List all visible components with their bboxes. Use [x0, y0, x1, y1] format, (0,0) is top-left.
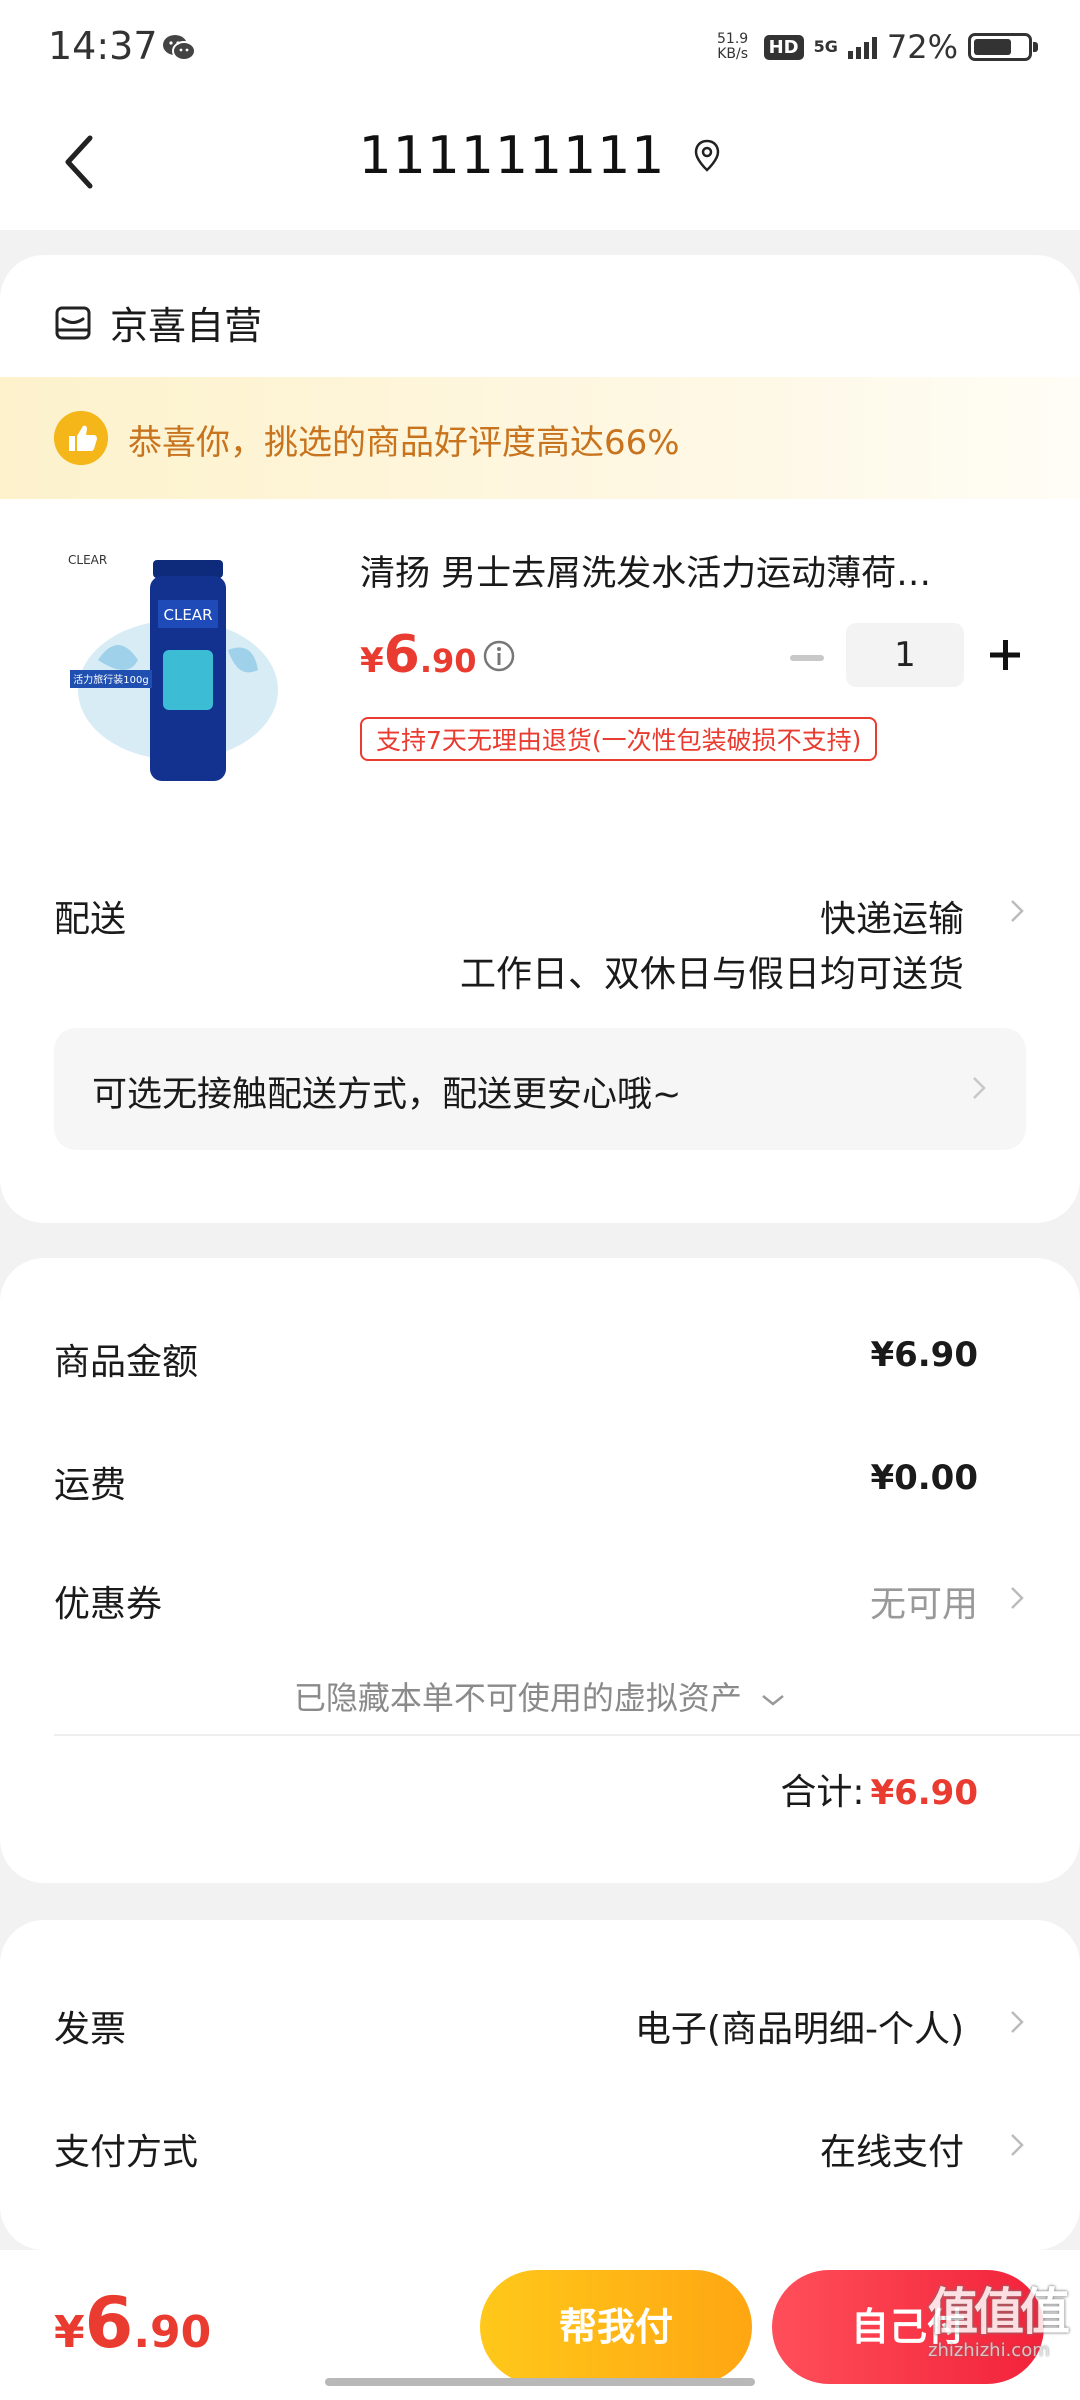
wechat-icon	[163, 35, 196, 61]
invoice-label: 发票	[54, 2009, 127, 2050]
chevron-right-icon[interactable]	[1010, 2010, 1024, 2034]
nav-title-container: 111111111	[0, 126, 1080, 186]
shipping-label: 配送	[54, 899, 127, 940]
product-logo-text: CLEAR	[68, 553, 107, 567]
network-type: 5G	[813, 37, 838, 56]
product-price: ¥6.90	[360, 625, 477, 685]
hidden-assets-text: 已隐藏本单不可使用的虚拟资产	[293, 1679, 742, 1717]
status-bar: 14:37 51.9 KB/s HD 5G 72%	[0, 0, 1080, 100]
address-selector[interactable]: 111111111	[359, 126, 722, 186]
battery-icon	[968, 33, 1038, 61]
quantity-increase-button[interactable]	[988, 638, 1022, 672]
nav-bar: 111111111	[0, 100, 1080, 230]
product-title[interactable]: 清扬 男士去屑洗发水活力运动薄荷…	[360, 545, 1000, 596]
page-title: 111111111	[358, 126, 666, 186]
total-label: 合计:	[780, 1772, 865, 1813]
battery-percent: 72%	[886, 28, 958, 66]
contactless-text: 可选无接触配送方式，配送更安心哦~	[92, 1075, 682, 1115]
shop-icon	[55, 306, 91, 339]
checkout-bar: ¥6.90 帮我付 自己付	[0, 2250, 1080, 2400]
total-value: ¥6.90	[870, 1773, 978, 1813]
chevron-right-icon[interactable]	[1010, 899, 1024, 923]
rating-banner: 恭喜你，挑选的商品好评度高达66%	[0, 377, 1080, 499]
invoice-payment-card: 发票 电子(商品明细-个人) 支付方式 在线支付	[0, 1920, 1080, 2250]
return-policy-tag: 支持7天无理由退货(一次性包装破损不支持)	[360, 717, 878, 761]
battery-fill	[974, 39, 1011, 55]
product-brand-text: CLEAR	[164, 606, 213, 624]
goods-amount-value: ¥6.90	[870, 1335, 978, 1375]
price-decimal: .90	[133, 2307, 212, 2358]
quantity-decrease-button[interactable]	[790, 655, 824, 661]
invoice-value[interactable]: 电子(商品明细-个人)	[635, 2000, 964, 2052]
freight-label: 运费	[54, 1465, 127, 1506]
chevron-down-icon	[762, 1695, 784, 1706]
coupon-value[interactable]: 无可用	[870, 1575, 978, 1627]
price-symbol: ¥	[360, 641, 384, 681]
divider	[54, 1734, 1080, 1736]
hd-badge: HD	[763, 34, 804, 60]
price-summary-card: 商品金额 ¥6.90 运费 ¥0.00 优惠券 无可用 已隐藏本单不可使用的虚拟…	[0, 1258, 1080, 1883]
status-time: 14:37	[48, 24, 158, 68]
watermark-logo: 值值值	[928, 2283, 1070, 2341]
price-decimal: .90	[419, 642, 477, 680]
freight-value: ¥0.00	[870, 1458, 978, 1498]
contactless-delivery-option[interactable]: 可选无接触配送方式，配送更安心哦~	[54, 1028, 1026, 1150]
chevron-right-icon[interactable]	[1010, 1586, 1024, 1610]
price-integer: 6	[84, 2282, 134, 2364]
order-card: 京喜自营 恭喜你，挑选的商品好评度高达66% CLEAR 活力旅行装100g C…	[0, 255, 1080, 1223]
shop-header[interactable]: 京喜自营	[54, 295, 262, 350]
watermark-text: zhizhizhi.com	[928, 2340, 1050, 2361]
shipping-method[interactable]: 快递运输	[820, 890, 964, 942]
rating-text: 恭喜你，挑选的商品好评度高达66%	[128, 423, 680, 463]
net-speed-unit: KB/s	[717, 46, 748, 62]
coupon-label: 优惠券	[54, 1584, 163, 1625]
shop-name: 京喜自营	[110, 304, 263, 348]
checkout-total: ¥6.90	[54, 2282, 211, 2364]
help-me-pay-button[interactable]: 帮我付	[480, 2270, 752, 2384]
site-watermark: 值值值 zhizhizhi.com	[928, 2272, 1070, 2382]
product-badge-text: 活力旅行装100g	[73, 673, 148, 686]
total-row: 合计: ¥6.90	[780, 1763, 978, 1815]
status-indicators: 51.9 KB/s HD 5G 72%	[712, 28, 1038, 66]
price-symbol: ¥	[54, 2307, 85, 2358]
net-speed: 51.9 KB/s	[712, 32, 754, 62]
info-icon[interactable]	[482, 639, 516, 673]
home-indicator[interactable]	[325, 2378, 755, 2386]
price-integer: 6	[383, 625, 420, 685]
chevron-right-icon[interactable]	[1010, 2133, 1024, 2157]
chevron-right-icon	[973, 1077, 986, 1099]
hidden-assets-toggle[interactable]: 已隐藏本单不可使用的虚拟资产	[0, 1673, 1080, 1719]
net-speed-value: 51.9	[717, 31, 749, 47]
payment-method-value[interactable]: 在线支付	[820, 2123, 964, 2175]
product-image[interactable]: CLEAR 活力旅行装100g CLEAR	[58, 540, 298, 790]
thumbs-up-icon	[54, 411, 108, 465]
quantity-field[interactable]: 1	[846, 623, 964, 687]
signal-icon	[847, 35, 877, 59]
payment-method-label: 支付方式	[54, 2132, 199, 2173]
shipping-note: 工作日、双休日与假日均可送货	[459, 954, 964, 995]
location-pin-icon	[695, 139, 720, 172]
goods-amount-label: 商品金额	[54, 1342, 199, 1383]
